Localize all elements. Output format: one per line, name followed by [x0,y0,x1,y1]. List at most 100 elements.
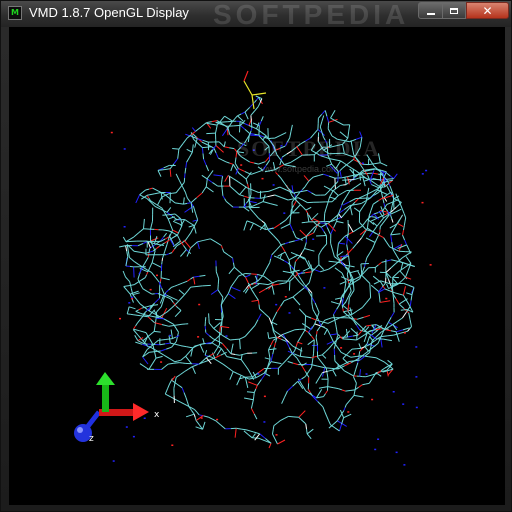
bond-line [328,266,333,270]
bond-line [391,218,394,223]
bond-line [139,283,144,289]
bond-line [213,328,219,333]
bond-line [165,338,173,340]
bond-line [191,148,194,153]
bond-line [355,182,362,188]
bond-line [313,129,319,135]
bond-line [232,257,234,263]
bond-line [345,190,351,197]
bond-line [183,197,185,205]
bond-line [358,176,363,179]
bond-line [264,223,268,228]
bond-line [288,240,295,243]
bond-line [386,283,389,289]
bond-line [185,355,192,364]
bond-line [408,284,415,288]
bond-line [289,223,294,232]
bond-line [327,128,331,133]
bond-line [166,346,172,350]
bond-line [406,244,410,250]
bond-line [353,177,359,181]
bond-line [250,127,253,132]
bond-line [344,370,350,374]
bond-line [356,324,361,331]
bond-line [361,302,367,308]
bond-line [215,125,218,130]
bond-line [175,173,180,181]
bond-line [315,334,318,338]
bond-line [192,206,196,214]
bond-line [323,173,330,177]
title-bar[interactable]: M VMD 1.8.7 OpenGL Display SOFTPEDIA ✕ [1,0,511,30]
bond-line [229,133,236,139]
bond-line [322,406,326,412]
bond-line [271,285,275,295]
bond-line [299,229,307,237]
bond-line [185,192,187,196]
opengl-viewport[interactable]: SOFTPEDIA www.softpedia.com z x y [9,27,505,505]
bond-line [273,422,278,426]
bond-line [186,148,193,153]
bond-line [296,357,300,363]
bond-line [347,249,349,256]
bond-line [365,374,372,378]
bond-line [336,329,338,334]
bond-line [312,309,316,314]
bond-line [230,339,235,341]
bond-line [292,292,299,298]
bond-line [127,250,130,258]
bond-line [362,225,367,231]
axes-indicator: z x y [74,372,160,444]
bond-line [259,308,265,314]
bond-line [326,116,330,123]
bond-line [360,334,366,338]
bond-line [348,297,350,305]
bond-line [148,187,153,190]
bond-line [344,296,349,304]
bond-line [361,222,366,227]
bond-line [401,311,407,319]
vmd-app-icon[interactable]: M [8,6,22,20]
bond-line [297,256,301,260]
bond-line [324,367,332,369]
bond-line [244,106,251,113]
bond-line [373,242,376,246]
bond-line [295,192,301,198]
bond-line [287,198,294,201]
bond-line [234,162,238,167]
atom-dot [403,332,406,334]
y-axis-head [96,372,115,385]
bond-line [180,357,184,361]
bond-line [330,343,334,347]
bond-line [255,385,258,390]
minimize-button[interactable] [418,2,443,19]
bond-line [287,361,294,364]
maximize-button[interactable] [442,2,466,19]
bond-line [227,367,234,373]
atom-dot [353,353,356,355]
bond-line [251,203,258,208]
bond-line [298,197,304,201]
bond-line [174,213,179,217]
bond-line [282,331,290,335]
bond-line [348,248,354,254]
bond-line [314,312,318,317]
bond-line [150,319,155,324]
bond-line [195,420,200,426]
bond-line [254,319,259,326]
close-button[interactable]: ✕ [466,2,509,19]
bond-line [147,193,155,196]
bond-line [156,308,160,313]
bond-line [175,343,182,347]
bond-line [366,324,372,327]
bond-line [170,298,174,303]
bond-line [177,359,182,362]
bond-line [118,245,126,248]
bond-line [180,218,182,223]
bond-line [257,282,263,285]
bond-line [329,193,332,198]
bond-line [311,212,319,221]
bond-line [228,118,233,122]
bond-line [410,294,413,301]
bond-line [272,346,275,355]
